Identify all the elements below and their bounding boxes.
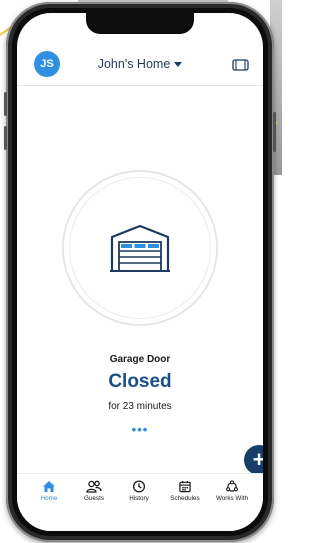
more-options-icon[interactable]: ••• (132, 422, 149, 437)
nav-item-history[interactable]: History (116, 480, 162, 502)
nav-item-guests[interactable]: Guests (71, 480, 117, 502)
add-device-button[interactable]: + (244, 445, 263, 475)
home-name-label: John's Home (97, 57, 171, 71)
bottom-nav: Home Guests History Schedules Works With (17, 473, 263, 531)
home-selector[interactable]: John's Home (17, 57, 263, 71)
nav-label: History (129, 495, 149, 502)
nav-label: Schedules (170, 495, 200, 502)
home-icon (43, 481, 55, 492)
door-status: Closed (108, 371, 172, 392)
garage-door-icon (110, 224, 170, 272)
power-button (273, 112, 276, 152)
works-with-icon (226, 480, 238, 492)
phone-notch (86, 13, 194, 34)
header-divider (17, 85, 263, 86)
history-icon (132, 480, 146, 493)
volume-button (4, 92, 7, 116)
calendar-icon (179, 480, 191, 493)
chevron-down-icon (174, 62, 183, 68)
nav-item-home[interactable]: Home (26, 480, 72, 502)
volume-button (4, 126, 7, 150)
nav-item-works-with[interactable]: Works With (209, 480, 255, 502)
nav-label: Works With (215, 495, 249, 502)
phone-bezel: JS John's Home Garage Door Closed for 23… (12, 8, 268, 536)
phone-frame: JS John's Home Garage Door Closed for 23… (4, 2, 276, 542)
device-name: Garage Door (109, 354, 171, 365)
devices-icon[interactable] (232, 59, 249, 71)
guests-icon (86, 480, 102, 493)
app-screen: JS John's Home Garage Door Closed for 23… (17, 13, 263, 531)
nav-label: Home (40, 495, 58, 502)
app-header: JS John's Home (17, 41, 263, 83)
nav-item-schedules[interactable]: Schedules (162, 480, 208, 502)
nav-label: Guests (84, 495, 104, 502)
status-duration: for 23 minutes (108, 401, 172, 412)
